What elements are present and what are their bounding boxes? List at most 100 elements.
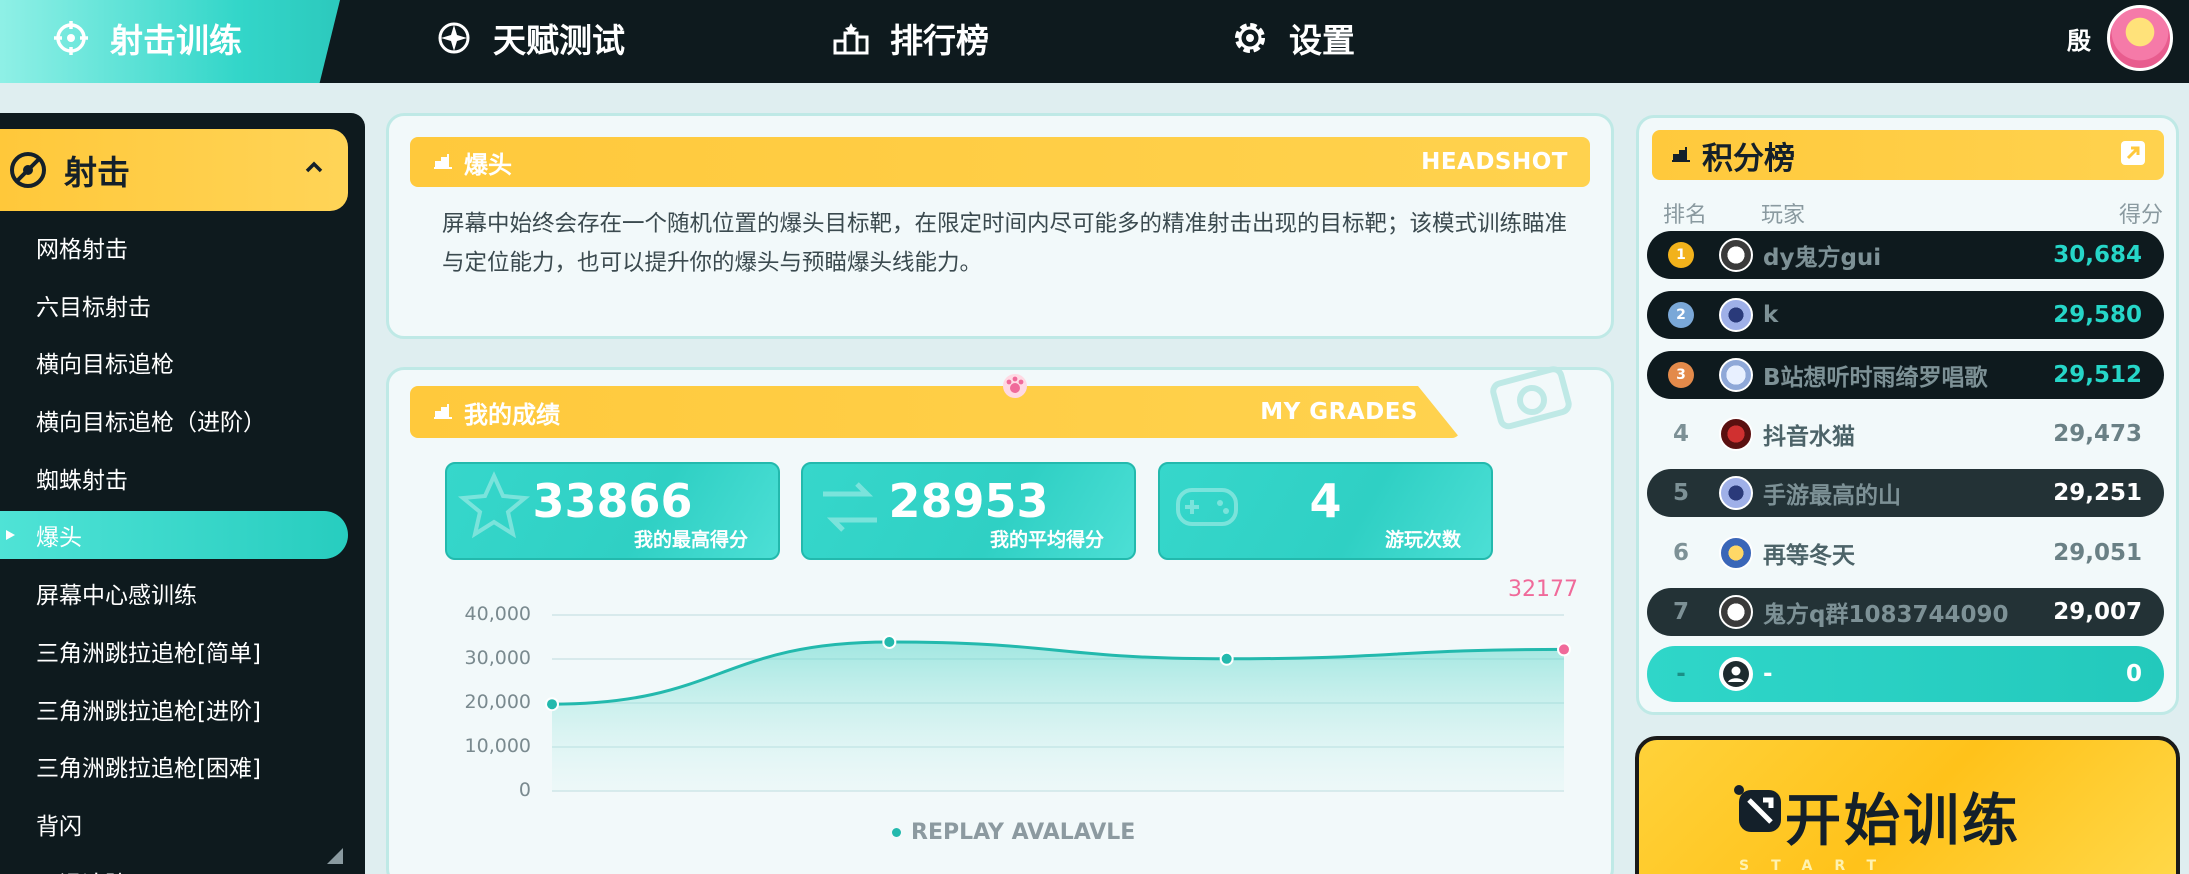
sidebar-item-label: 三角洲跳拉追枪[进阶] [36, 698, 261, 725]
player-name: - [1763, 661, 1773, 687]
sidebar-item-horizontal-tracking-advanced[interactable]: 横向目标追枪（进阶） [0, 391, 365, 449]
bronze-medal-icon: 3 [1668, 362, 1694, 388]
chevron-up-icon[interactable] [302, 155, 326, 179]
player-avatar [1719, 298, 1753, 332]
player-name: 抖音水猫 [1763, 424, 1855, 450]
tab-leaderboard[interactable]: 排行榜 [832, 0, 989, 76]
mode-title-bar: 爆头 HEADSHOT [410, 137, 1590, 187]
bars-icon [432, 400, 454, 424]
leaderboard-row[interactable]: 5 手游最高的山 29,251 [1647, 469, 2164, 517]
grades-title-bar: 我的成绩 MY GRADES [410, 386, 1460, 438]
stat-value: 4 [1309, 474, 1342, 528]
stat-value: 28953 [888, 474, 1049, 528]
start-training-button[interactable]: 开始训练 START TRAINING [1635, 736, 2180, 874]
player-name: 再等冬天 [1763, 543, 1855, 569]
column-score: 得分 [2118, 203, 2163, 228]
default-user-icon [1719, 657, 1753, 691]
player-name: k [1763, 302, 1779, 328]
tab-settings[interactable]: 设置 [1231, 0, 1355, 76]
player-score: 29,512 [2053, 362, 2142, 388]
silver-medal-icon: 2 [1668, 302, 1694, 328]
tab-shooting-training[interactable]: 射击训练 [52, 0, 242, 76]
sidebar-item-label: 网格射击 [36, 236, 128, 263]
player-avatar [1719, 595, 1753, 629]
stat-caption: 我的平均得分 [989, 529, 1104, 551]
sidebar-item-label: 爆头 [36, 525, 82, 552]
sidebar-item-delta-hard[interactable]: 三角洲跳拉追枪[困难] [0, 738, 365, 796]
player-score: 29,251 [2053, 480, 2142, 506]
mode-title-en: HEADSHOT [1421, 149, 1568, 175]
leaderboard-row[interactable]: 4 抖音水猫 29,473 [1647, 410, 2164, 458]
sidebar-item-smooth-tracking[interactable]: 平滑追踪 [0, 853, 365, 874]
rank-cell: 1 [1647, 242, 1715, 268]
y-tick-label: 0 [518, 779, 531, 801]
sidebar-mode-list: 网格射击 六目标射击 横向目标追枪 横向目标追枪（进阶） 蜘蛛射击 爆头 屏幕中… [0, 218, 365, 874]
sidebar-item-label: 六目标射击 [36, 294, 151, 321]
sidebar-item-delta-advanced[interactable]: 三角洲跳拉追枪[进阶] [0, 680, 365, 738]
sidebar-item-delta-easy[interactable]: 三角洲跳拉追枪[简单] [0, 622, 365, 680]
tab-label: 排行榜 [890, 21, 989, 60]
leaderboard-row[interactable]: 2 k 29,580 [1647, 291, 2164, 339]
player-avatar [1719, 476, 1753, 510]
column-rank: 排名 [1663, 203, 1708, 228]
sidebar-item-back-flash[interactable]: 背闪 [0, 795, 365, 853]
player-score: 29,007 [2053, 599, 2142, 625]
gold-medal-icon: 1 [1668, 242, 1694, 268]
user-avatar[interactable] [2107, 5, 2173, 71]
top-navigation-bar: 射击训练 天赋测试 排行榜 设置 殷 [0, 0, 2189, 83]
expand-icon[interactable] [2120, 140, 2146, 170]
sidebar-item-headshot[interactable]: 爆头 [0, 511, 348, 560]
legend-dot [892, 828, 901, 837]
player-score: 29,580 [2053, 302, 2142, 328]
leaderboard-row-me[interactable]: - - 0 [1647, 646, 2164, 702]
sidebar-item-label: 蜘蛛射击 [36, 467, 128, 494]
stat-value: 33866 [532, 474, 693, 528]
start-crosshair-icon [1733, 784, 1787, 838]
tab-label: 射击训练 [110, 21, 242, 60]
player-score: 30,684 [2053, 242, 2142, 268]
sidebar-item-label: 三角洲跳拉追枪[困难] [36, 756, 261, 783]
leaderboard-title-bar: 积分榜 [1652, 130, 2164, 180]
player-score: 0 [2125, 661, 2142, 687]
rank-cell: 3 [1647, 362, 1715, 388]
bars-icon [1670, 143, 1692, 167]
player-name: dy鬼方gui [1763, 245, 1882, 271]
leaderboard-row[interactable]: 7 鬼方q群1083744090 29,007 [1647, 588, 2164, 636]
last-score-label: 32177 [1508, 577, 1578, 602]
paw-icon [1001, 372, 1029, 402]
leaderboard-row[interactable]: 1 dy鬼方gui 30,684 [1647, 231, 2164, 279]
mode-description: 屏幕中始终会存在一个随机位置的爆头目标靶，在限定时间内尽可能多的精准射击出现的目… [442, 211, 1568, 276]
user-profile[interactable]: 殷 [2067, 0, 2173, 76]
replay-legend[interactable]: REPLAY AVALAVLE [892, 820, 1135, 845]
user-name: 殷 [2067, 26, 2091, 55]
sidebar-item-screen-center[interactable]: 屏幕中心感训练 [0, 564, 365, 622]
rank-cell: 7 [1672, 599, 1689, 625]
sidebar-section-label: 射击 [64, 153, 130, 192]
sidebar-item-grid-shot[interactable]: 网格射击 [0, 218, 365, 276]
sidebar-item-horizontal-tracking[interactable]: 横向目标追枪 [0, 333, 365, 391]
mode-sidebar: 射击 网格射击 六目标射击 横向目标追枪 横向目标追枪（进阶） 蜘蛛射击 爆头 … [0, 113, 365, 874]
leaderboard-row[interactable]: 6 再等冬天 29,051 [1647, 529, 2164, 577]
stat-best-score: 33866 我的最高得分 [445, 462, 780, 560]
resize-handle[interactable] [327, 848, 343, 864]
sidebar-item-spider-shot[interactable]: 蜘蛛射击 [0, 449, 365, 507]
rank-cell: 5 [1672, 480, 1689, 506]
sidebar-section-shooting[interactable]: 射击 [0, 129, 348, 211]
sidebar-item-label: 平滑追踪 [36, 865, 128, 874]
stat-play-count: 4 游玩次数 [1158, 462, 1493, 560]
player-name: B站想听时雨绮罗唱歌 [1763, 365, 1988, 391]
stat-caption: 游玩次数 [1384, 529, 1461, 551]
y-tick-label: 40,000 [464, 603, 531, 625]
player-name: 手游最高的山 [1763, 483, 1901, 509]
tab-talent-test[interactable]: 天赋测试 [435, 0, 625, 76]
crosshair-icon [52, 19, 90, 57]
target-icon [6, 148, 50, 192]
leaderboard-row[interactable]: 3 B站想听时雨绮罗唱歌 29,512 [1647, 351, 2164, 399]
podium-icon [832, 19, 870, 57]
tab-label: 设置 [1289, 21, 1355, 60]
sidebar-item-six-target[interactable]: 六目标射击 [0, 276, 365, 334]
sidebar-item-label: 屏幕中心感训练 [36, 583, 197, 610]
sidebar-item-label: 横向目标追枪 [36, 352, 174, 379]
mode-title: 爆头 [464, 150, 512, 179]
player-avatar [1719, 417, 1753, 451]
